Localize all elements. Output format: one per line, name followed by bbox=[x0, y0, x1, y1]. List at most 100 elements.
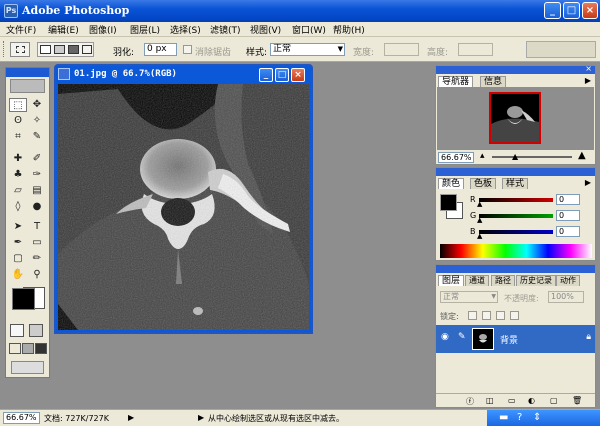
zoom-in-icon[interactable]: ▲ bbox=[578, 150, 586, 161]
tab-layers[interactable]: 图层 bbox=[438, 275, 465, 286]
blur-tool-icon[interactable]: ◊ bbox=[9, 200, 27, 214]
hand-tool-icon[interactable]: ✋ bbox=[9, 268, 27, 282]
lock-transparency-checkbox[interactable] bbox=[468, 311, 477, 320]
add-selection-icon[interactable] bbox=[54, 45, 65, 54]
new-selection-icon[interactable] bbox=[40, 45, 51, 54]
blue-slider[interactable] bbox=[479, 230, 553, 234]
tab-channels[interactable]: 通道 bbox=[465, 275, 489, 286]
standard-mode-icon[interactable] bbox=[10, 324, 24, 337]
foreground-color-swatch[interactable] bbox=[12, 288, 35, 310]
doc-close-button[interactable]: × bbox=[291, 68, 305, 82]
intersect-selection-icon[interactable] bbox=[82, 45, 92, 54]
tab-color[interactable]: 颜色 bbox=[438, 178, 465, 189]
menu-file[interactable]: 文件(F) bbox=[6, 23, 36, 36]
lock-image-checkbox[interactable] bbox=[482, 311, 491, 320]
menu-filter[interactable]: 滤镜(T) bbox=[210, 23, 241, 36]
zoom-tool-icon[interactable]: ⚲ bbox=[28, 268, 46, 282]
adobe-online-icon[interactable] bbox=[10, 79, 45, 93]
blend-mode-select[interactable]: 正常 ▼ bbox=[440, 291, 498, 303]
new-layer-icon[interactable]: ▢ bbox=[550, 396, 558, 405]
red-slider[interactable] bbox=[479, 198, 553, 202]
close-button[interactable]: × bbox=[582, 2, 598, 19]
pen-tool-icon[interactable]: ✒ bbox=[9, 236, 27, 250]
feather-input[interactable]: 0 px bbox=[144, 43, 177, 56]
navigator-zoom-slider[interactable] bbox=[492, 156, 572, 158]
marquee-preset-button[interactable] bbox=[10, 42, 30, 57]
shape-tool-icon[interactable]: ▭ bbox=[28, 236, 46, 250]
screen-mode-full-icon[interactable] bbox=[35, 343, 47, 354]
slice-tool-icon[interactable]: ✎ bbox=[28, 130, 46, 144]
tab-actions[interactable]: 动作 bbox=[556, 275, 580, 286]
eraser-tool-icon[interactable]: ▱ bbox=[9, 184, 27, 198]
menu-view[interactable]: 视图(V) bbox=[250, 23, 281, 36]
navigator-zoom-input[interactable]: 66.67% bbox=[438, 152, 474, 163]
green-slider-thumb-icon[interactable]: ▲ bbox=[477, 216, 482, 224]
layers-panel-header[interactable] bbox=[436, 265, 595, 273]
crop-tool-icon[interactable]: ⌗ bbox=[9, 130, 27, 144]
blue-value-input[interactable]: 0 bbox=[556, 226, 580, 237]
eye-visibility-icon[interactable]: ◉ bbox=[441, 332, 449, 342]
zoom-out-icon[interactable]: ▴ bbox=[480, 151, 485, 161]
antialias-checkbox[interactable] bbox=[183, 45, 192, 54]
navigator-thumbnail[interactable] bbox=[489, 92, 541, 144]
tab-swatches[interactable]: 色板 bbox=[470, 178, 497, 189]
image-canvas[interactable] bbox=[58, 84, 309, 330]
path-select-icon[interactable]: ➤ bbox=[9, 220, 27, 234]
brush-tool-icon[interactable]: ✐ bbox=[28, 152, 46, 166]
lock-position-checkbox[interactable] bbox=[496, 311, 505, 320]
color-foreground-swatch[interactable] bbox=[440, 194, 457, 211]
maximize-button[interactable]: □ bbox=[563, 2, 580, 19]
panel-close-icon[interactable]: × bbox=[585, 64, 592, 73]
help-icon[interactable]: ? bbox=[517, 412, 522, 423]
color-spectrum-ramp[interactable] bbox=[440, 244, 592, 258]
tab-styles[interactable]: 样式 bbox=[502, 178, 529, 189]
tray-arrows-icon[interactable]: ⇕ bbox=[533, 412, 541, 423]
palette-well[interactable] bbox=[526, 41, 596, 58]
trash-icon[interactable]: 🗑︎ bbox=[572, 396, 582, 405]
panel-menu-icon[interactable]: ▶ bbox=[585, 178, 591, 187]
jump-to-imageready-icon[interactable] bbox=[11, 361, 44, 374]
height-input[interactable] bbox=[458, 43, 493, 56]
healing-brush-icon[interactable]: ✚ bbox=[9, 152, 27, 166]
tab-info[interactable]: 信息 bbox=[480, 76, 507, 87]
red-slider-thumb-icon[interactable]: ▲ bbox=[477, 200, 482, 208]
layer-set-icon[interactable]: ▭ bbox=[508, 396, 516, 405]
subtract-selection-icon[interactable] bbox=[68, 45, 79, 54]
type-tool-icon[interactable]: T bbox=[28, 220, 46, 234]
panel-menu-icon[interactable]: ▶ bbox=[585, 76, 591, 85]
quick-mask-icon[interactable] bbox=[29, 324, 43, 337]
screen-mode-standard-icon[interactable] bbox=[9, 343, 21, 354]
layer-mask-icon[interactable]: ◫ bbox=[486, 396, 494, 405]
zoom-slider-thumb-icon[interactable]: ▲ bbox=[512, 152, 518, 161]
status-zoom-input[interactable]: 66.67% bbox=[3, 412, 40, 424]
title-bar[interactable]: Ps Adobe Photoshop _ □ × bbox=[0, 0, 600, 22]
blue-slider-thumb-icon[interactable]: ▲ bbox=[477, 232, 482, 240]
green-slider[interactable] bbox=[479, 214, 553, 218]
history-brush-icon[interactable]: ✑ bbox=[28, 168, 46, 182]
marquee-tool-icon[interactable]: ⬚ bbox=[9, 98, 27, 112]
magic-wand-icon[interactable]: ✧ bbox=[28, 114, 46, 128]
toolbox-header[interactable] bbox=[6, 68, 49, 77]
minimize-button[interactable]: _ bbox=[544, 2, 561, 19]
doc-minimize-button[interactable]: _ bbox=[259, 68, 273, 82]
tab-navigator[interactable]: 导航器 bbox=[438, 76, 474, 87]
menu-select[interactable]: 选择(S) bbox=[170, 23, 201, 36]
layer-row-background[interactable]: ◉ ✎ 背景 🔒︎ bbox=[436, 325, 595, 353]
grip-handle[interactable] bbox=[3, 41, 6, 57]
red-value-input[interactable]: 0 bbox=[556, 194, 580, 205]
menu-image[interactable]: 图像(I) bbox=[89, 23, 117, 36]
menu-window[interactable]: 窗口(W) bbox=[292, 23, 326, 36]
green-value-input[interactable]: 0 bbox=[556, 210, 580, 221]
lasso-tool-icon[interactable]: ʘ bbox=[9, 114, 27, 128]
opacity-input[interactable]: 100% bbox=[548, 291, 584, 303]
menu-help[interactable]: 帮助(H) bbox=[333, 23, 365, 36]
eyedropper-icon[interactable]: ✏ bbox=[28, 252, 46, 266]
menu-layer[interactable]: 图层(L) bbox=[130, 23, 160, 36]
width-input[interactable] bbox=[384, 43, 419, 56]
style-select[interactable]: 正常 ▼ bbox=[270, 43, 345, 56]
lock-all-checkbox[interactable] bbox=[510, 311, 519, 320]
network-icon[interactable]: ▬ bbox=[499, 412, 508, 423]
menu-edit[interactable]: 编辑(E) bbox=[48, 23, 79, 36]
tab-history[interactable]: 历史记录 bbox=[516, 275, 556, 286]
doc-maximize-button[interactable]: □ bbox=[275, 68, 289, 82]
